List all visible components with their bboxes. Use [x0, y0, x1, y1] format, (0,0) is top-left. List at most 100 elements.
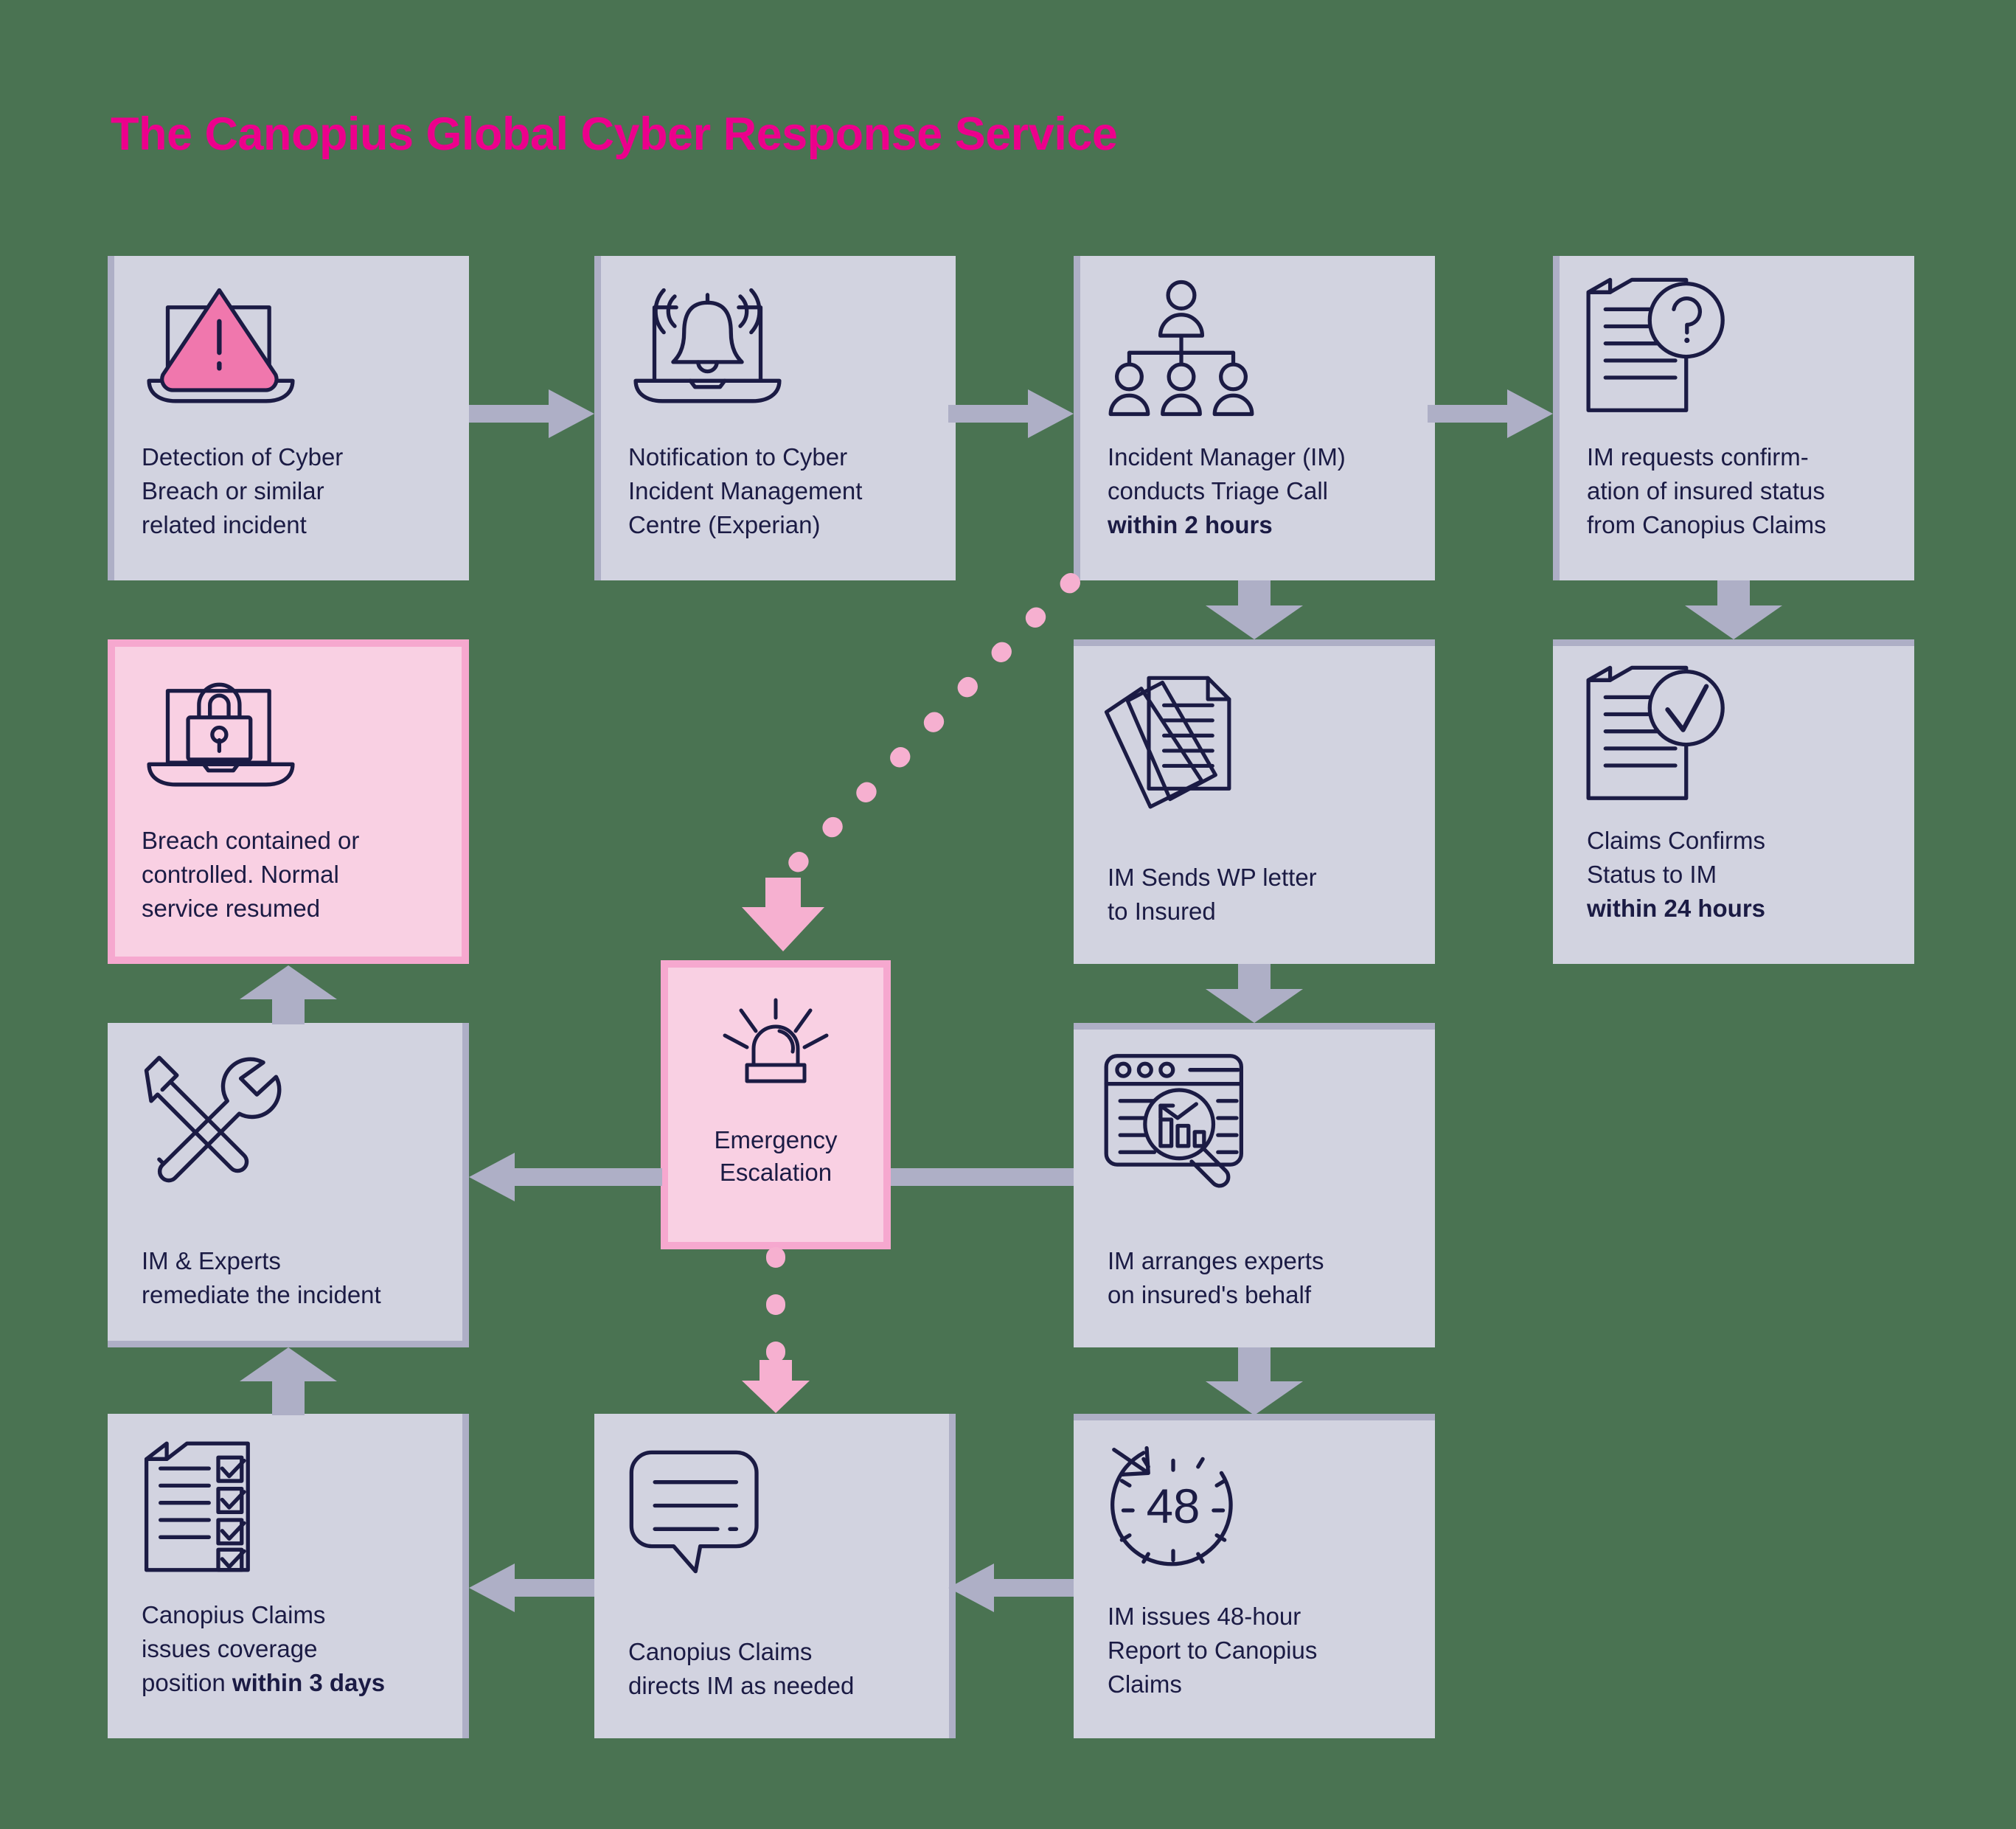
caption-line: IM & Experts [142, 1247, 281, 1274]
arrow-arrange-experts-to-emergency [891, 1153, 1075, 1201]
node-remediate[interactable]: IM & Experts remediate the incident [108, 1023, 469, 1347]
caption-line: from Canopius Claims [1587, 511, 1826, 538]
caption-line: Emergency [714, 1126, 838, 1153]
caption-line: controlled. Normal [142, 861, 339, 888]
node-coverage-position[interactable]: Canopius Claims issues coverage position… [108, 1414, 469, 1738]
box-top-edge [1074, 639, 1435, 646]
caption-line: Canopius Claims [142, 1601, 326, 1628]
arrow-notification-to-triage [948, 389, 1074, 438]
node-emergency-escalation[interactable]: Emergency Escalation [661, 960, 891, 1249]
svg-text:48: 48 [1147, 1479, 1200, 1533]
box-right-edge [462, 1023, 469, 1347]
caption-line: related incident [142, 511, 307, 538]
box-left-edge [108, 256, 114, 580]
caption-emphasis: within 3 days [232, 1669, 386, 1696]
node-claims-confirms-caption: Claims Confirms Status to IM within 24 h… [1587, 824, 1899, 926]
caption-line: Report to Canopius [1108, 1637, 1318, 1664]
caption-line: IM requests confirm- [1587, 443, 1809, 471]
box-top-edge [1074, 1414, 1435, 1420]
node-notification[interactable]: Notification to Cyber Incident Managemen… [594, 256, 956, 580]
node-confirmation-caption: IM requests confirm- ation of insured st… [1587, 440, 1899, 542]
caption-line: Breach or similar [142, 477, 324, 504]
node-arrange-experts[interactable]: IM arranges experts on insured's behalf [1074, 1023, 1435, 1347]
siren-icon [720, 997, 831, 1108]
caption-line: service resumed [142, 895, 321, 922]
node-claims-directs-caption: Canopius Claims directs IM as needed [628, 1635, 941, 1703]
caption-line: IM arranges experts [1108, 1247, 1324, 1274]
node-detection-caption: Detection of Cyber Breach or similar rel… [142, 440, 454, 542]
dotted-path-emergency-to-claims-directs [742, 1247, 811, 1419]
box-bottom-edge [108, 1341, 469, 1347]
caption-line: Incident Manager (IM) [1108, 443, 1346, 471]
laptop-bell-icon [628, 284, 787, 417]
node-report-48h[interactable]: 48 IM issues 48-hour Report to Canopius … [1074, 1414, 1435, 1738]
laptop-lock-icon [142, 667, 300, 800]
caption-line: Incident Management [628, 477, 863, 504]
caption-line: IM Sends WP letter [1108, 864, 1317, 891]
node-triage-caption: Incident Manager (IM) conducts Triage Ca… [1108, 440, 1420, 542]
document-stack-icon [1103, 669, 1251, 809]
box-left-edge [1553, 256, 1560, 580]
page-title: The Canopius Global Cyber Response Servi… [111, 108, 1118, 160]
node-detection[interactable]: Detection of Cyber Breach or similar rel… [108, 256, 469, 580]
node-wp-caption: IM Sends WP letter to Insured [1108, 861, 1420, 929]
box-left-edge [594, 256, 601, 580]
caption-line: issues coverage [142, 1635, 318, 1662]
box-left-edge [1074, 256, 1080, 580]
flowchart-canvas: The Canopius Global Cyber Response Servi… [0, 0, 2016, 1829]
caption-line: on insured's behalf [1108, 1281, 1311, 1308]
caption-line-emphasis: within 2 hours [1108, 511, 1273, 538]
arrow-detection-to-notification [469, 389, 594, 438]
node-breach-contained[interactable]: Breach contained or controlled. Normal s… [108, 639, 469, 964]
node-confirmation-request[interactable]: IM requests confirm- ation of insured st… [1553, 256, 1914, 580]
caption-line: Detection of Cyber [142, 443, 344, 471]
caption-line: Centre (Experian) [628, 511, 821, 538]
caption-line-emphasis: within 24 hours [1587, 895, 1766, 922]
box-top-edge [1553, 639, 1914, 646]
arrow-confirmation-to-claims-confirms [1685, 580, 1782, 639]
laptop-warning-icon [142, 284, 300, 417]
caption-line: Canopius Claims [628, 1638, 813, 1665]
arrow-arrange-experts-to-report [1206, 1347, 1303, 1415]
caption-line: ation of insured status [1587, 477, 1825, 504]
node-arrange-experts-caption: IM arranges experts on insured's behalf [1108, 1244, 1420, 1312]
node-remediate-caption: IM & Experts remediate the incident [142, 1244, 454, 1312]
box-top-edge [1074, 1023, 1435, 1030]
dashboard-magnifier-icon [1103, 1052, 1251, 1188]
speech-bubble-icon [628, 1448, 768, 1577]
caption-line: Breach contained or [142, 827, 360, 854]
caption-line: Claims Confirms [1587, 827, 1766, 854]
caption-line: Escalation [719, 1159, 833, 1186]
node-notification-caption: Notification to Cyber Incident Managemen… [628, 440, 941, 542]
box-right-edge [462, 1414, 469, 1738]
node-claims-confirms[interactable]: Claims Confirms Status to IM within 24 h… [1553, 639, 1914, 964]
node-report-caption: IM issues 48-hour Report to Canopius Cla… [1108, 1600, 1420, 1701]
caption-line: directs IM as needed [628, 1672, 855, 1699]
dotted-path-triage-to-emergency [737, 560, 1084, 974]
node-claims-directs[interactable]: Canopius Claims directs IM as needed [594, 1414, 956, 1738]
arrow-triage-to-wp-letter [1206, 580, 1303, 639]
caption-line: Notification to Cyber [628, 443, 848, 471]
arrow-report-to-claims-directs [948, 1564, 1074, 1612]
document-question-icon [1586, 277, 1734, 418]
node-coverage-caption: Canopius Claims issues coverage position… [142, 1598, 454, 1700]
node-emergency-caption: Emergency Escalation [668, 1124, 883, 1189]
arrow-claims-directs-to-coverage [469, 1564, 594, 1612]
arrow-coverage-to-remediate [240, 1347, 337, 1415]
caption-line: IM issues 48-hour [1108, 1603, 1301, 1630]
tools-icon [142, 1052, 282, 1183]
node-wp-letter[interactable]: IM Sends WP letter to Insured [1074, 639, 1435, 964]
caption-line: conducts Triage Call [1108, 477, 1328, 504]
clock-48-icon: 48 [1103, 1440, 1243, 1580]
caption-line-mixed: position within 3 days [142, 1666, 454, 1700]
caption-text: position [142, 1669, 232, 1696]
caption-line: to Insured [1108, 898, 1216, 925]
caption-line: Claims [1108, 1670, 1182, 1698]
node-breach-caption: Breach contained or controlled. Normal s… [142, 824, 447, 926]
arrow-remediate-to-breach-contained [240, 964, 337, 1024]
document-check-icon [1586, 665, 1734, 806]
caption-line: Status to IM [1587, 861, 1717, 888]
node-triage-call[interactable]: Incident Manager (IM) conducts Triage Ca… [1074, 256, 1435, 580]
org-chart-icon [1108, 278, 1255, 418]
arrow-wp-to-arrange-experts [1206, 964, 1303, 1023]
